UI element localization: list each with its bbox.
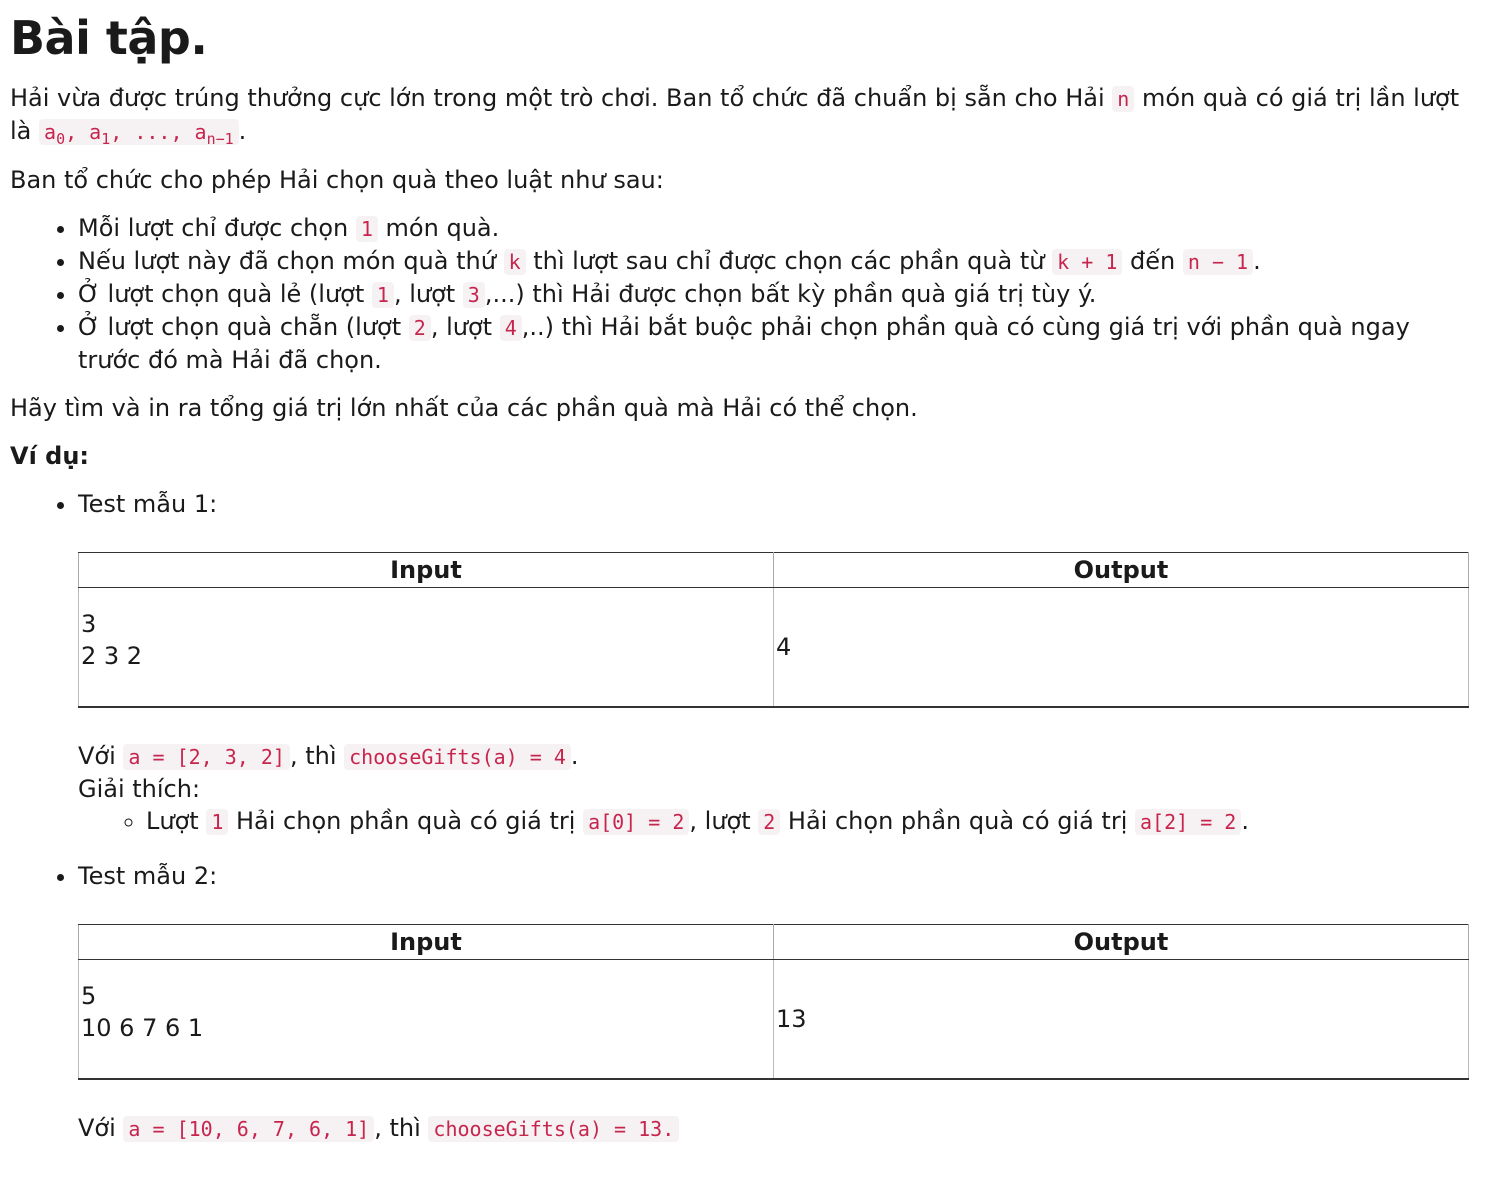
input-line: 5 [81,982,97,1010]
input-cell: 5 10 6 7 6 1 [78,959,774,1080]
example-label: Ví dụ: [10,442,90,470]
example-result: Với a = [10, 6, 7, 6, 1], thì chooseGift… [78,1112,1474,1145]
rules-intro: Ban tổ chức cho phép Hải chọn quà theo l… [10,166,664,194]
io-table: Input Output 5 10 6 7 6 1 13 [78,924,1469,1080]
intro-text: Hải vừa được trúng thưởng cực lớn trong … [10,84,1113,112]
table-header-input: Input [78,924,774,960]
table-header-output: Output [773,924,1469,960]
explain-list: Lượt 1 Hải chọn phần quà có giá trị a[0]… [78,805,1474,838]
example-list: Test mẫu 1: Input Output 3 2 3 2 4 Với a… [10,488,1474,1145]
test-title: Test mẫu 2: [78,862,218,890]
rule-item: Nếu lượt này đã chọn món quà thứ k thì l… [78,245,1474,278]
input-line: 2 3 2 [81,642,143,670]
test-title: Test mẫu 1: [78,490,218,518]
input-line: 3 [81,610,97,638]
input-cell: 3 2 3 2 [78,587,774,708]
table-header-input: Input [78,552,774,588]
input-line: 10 6 7 6 1 [81,1014,204,1042]
test-case-1: Test mẫu 1: Input Output 3 2 3 2 4 Với a… [78,488,1474,838]
rules-list: Mỗi lượt chỉ được chọn 1 món quà. Nếu lư… [10,212,1474,376]
output-cell: 4 [773,587,1469,708]
task-statement: Hãy tìm và in ra tổng giá trị lớn nhất c… [10,394,918,422]
intro-paragraph: Hải vừa được trúng thưởng cực lớn trong … [10,82,1474,148]
rule-item: Ở lượt chọn quà chẵn (lượt 2, lượt 4,..)… [78,311,1474,376]
rule-item: Mỗi lượt chỉ được chọn 1 món quà. [78,212,1474,245]
code-array: a0, a1, ..., an−1 [39,119,239,147]
code-n: n [1112,86,1135,112]
table-header-output: Output [773,552,1469,588]
io-table: Input Output 3 2 3 2 4 [78,552,1469,708]
intro-end: . [238,117,247,145]
test-case-2: Test mẫu 2: Input Output 5 10 6 7 6 1 13… [78,860,1474,1145]
test-explanation: Với a = [2, 3, 2], thì chooseGifts(a) = … [78,740,1474,838]
output-cell: 13 [773,959,1469,1080]
explain-label: Giải thích: [78,775,201,803]
rule-item: Ở lượt chọn quà lẻ (lượt 1, lượt 3,...) … [78,278,1474,311]
explain-item: Lượt 1 Hải chọn phần quà có giá trị a[0]… [146,805,1474,838]
test-explanation: Với a = [10, 6, 7, 6, 1], thì chooseGift… [78,1112,1474,1145]
exercise-page: Bài tập. Hải vừa được trúng thưởng cực l… [0,10,1486,1145]
example-result: Với a = [2, 3, 2], thì chooseGifts(a) = … [78,742,579,770]
page-title: Bài tập. [10,11,208,65]
